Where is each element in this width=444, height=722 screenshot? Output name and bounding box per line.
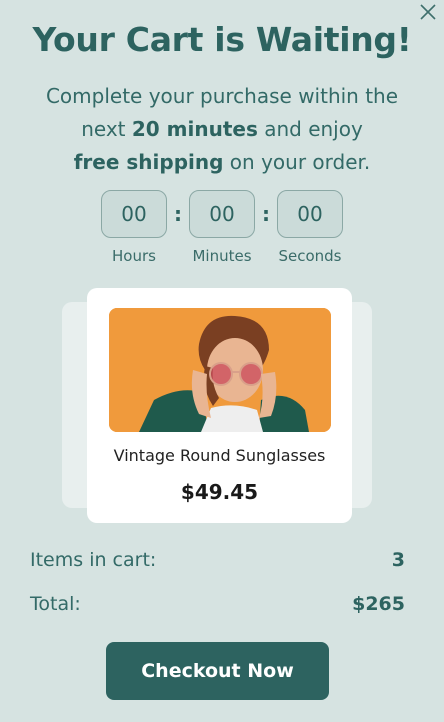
minutes-label: Minutes xyxy=(192,247,252,265)
product-price: $49.45 xyxy=(180,480,259,504)
subtitle-text-3: on your order. xyxy=(223,150,371,174)
timer-separator: : xyxy=(174,202,182,226)
product-image xyxy=(109,308,331,432)
total-label: Total: xyxy=(30,593,81,615)
timer-hours: 00 Hours xyxy=(98,190,170,265)
timer-minutes: 00 Minutes xyxy=(186,190,258,265)
total-value: $265 xyxy=(352,593,405,615)
hours-value: 00 xyxy=(101,190,167,238)
timer-separator: : xyxy=(262,202,270,226)
items-label: Items in cart: xyxy=(30,549,157,571)
timer-seconds: 00 Seconds xyxy=(274,190,346,265)
total-row: Total: $265 xyxy=(30,593,405,615)
product-card[interactable]: Vintage Round Sunglasses $49.45 xyxy=(87,288,352,523)
hours-label: Hours xyxy=(112,247,156,265)
subtitle-time-highlight: 20 minutes xyxy=(131,117,258,141)
close-button[interactable] xyxy=(418,2,438,22)
subtitle-text-2: and enjoy xyxy=(257,117,363,141)
seconds-label: Seconds xyxy=(278,247,342,265)
checkout-button[interactable]: Checkout Now xyxy=(106,642,329,700)
countdown-timer: 00 Hours : 00 Minutes : 00 Seconds xyxy=(0,190,444,265)
product-name: Vintage Round Sunglasses xyxy=(113,446,326,465)
items-in-cart-row: Items in cart: 3 xyxy=(30,549,405,571)
subtitle-offer-highlight: free shipping xyxy=(73,150,224,174)
minutes-value: 00 xyxy=(189,190,255,238)
close-icon xyxy=(420,4,436,20)
seconds-value: 00 xyxy=(277,190,343,238)
product-photo-illustration xyxy=(109,308,331,432)
popup-subtitle: Complete your purchase within the next 2… xyxy=(30,80,414,179)
items-value: 3 xyxy=(391,549,405,571)
popup-title: Your Cart is Waiting! xyxy=(32,20,412,59)
